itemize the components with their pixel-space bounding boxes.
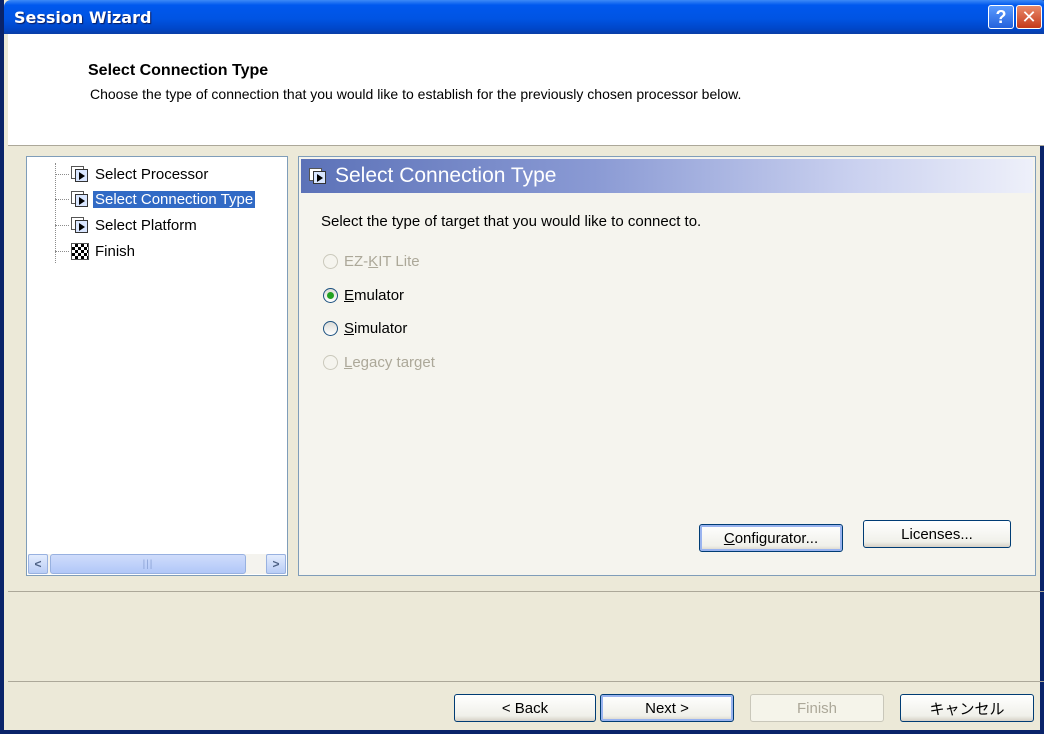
- close-button[interactable]: ✕: [1016, 5, 1042, 29]
- wizard-header: Select Connection Type Choose the type o…: [8, 34, 1044, 146]
- radio-emulator[interactable]: Emulator: [323, 284, 404, 306]
- panel-header: Select Connection Type: [301, 159, 1033, 193]
- instruction-text: Select the type of target that you would…: [321, 213, 702, 230]
- checkered-flag-icon: [71, 242, 89, 260]
- title-bar[interactable]: Session Wizard ? ✕: [4, 0, 1044, 34]
- radio-button[interactable]: [323, 354, 338, 370]
- page-icon: [71, 216, 89, 234]
- panel-title: Select Connection Type: [335, 164, 557, 187]
- radio-label: EZ-KIT Lite: [344, 252, 420, 270]
- separator: [8, 591, 1044, 592]
- chevron-left-icon: <: [34, 557, 42, 571]
- window-title: Session Wizard: [14, 8, 152, 27]
- scroll-right-button[interactable]: >: [266, 554, 286, 574]
- header-title: Select Connection Type: [88, 62, 269, 79]
- radio-label: Emulator: [344, 286, 405, 304]
- radio-button[interactable]: [323, 320, 338, 336]
- session-wizard-window: Session Wizard ? ✕ Select Connection Typ…: [0, 0, 1044, 734]
- tree-item-label: Finish: [95, 242, 136, 260]
- cancel-button[interactable]: キャンセル: [900, 694, 1034, 722]
- radio-simulator[interactable]: Simulator: [323, 317, 407, 339]
- next-button[interactable]: Next >: [600, 694, 734, 722]
- page-icon: [309, 167, 327, 185]
- grip-icon: |||: [142, 558, 154, 570]
- licenses-button[interactable]: Licenses...: [863, 520, 1011, 548]
- page-icon: [71, 190, 89, 208]
- chevron-right-icon: >: [272, 557, 280, 571]
- radio-label: Legacy target: [344, 353, 435, 371]
- close-icon: ✕: [1021, 6, 1037, 27]
- back-button[interactable]: < Back: [454, 694, 596, 722]
- tree-item-label: Select Connection Type: [93, 190, 256, 208]
- radio-label: Simulator: [344, 319, 408, 337]
- configurator-button[interactable]: Configurator...: [699, 524, 843, 552]
- tree-item-label: Select Platform: [95, 216, 197, 234]
- tree-connector-lines: [55, 163, 71, 263]
- tree-item-select-connection-type[interactable]: Select Connection Type: [55, 188, 256, 210]
- header-subtitle: Choose the type of connection that you w…: [90, 86, 742, 102]
- radio-button[interactable]: [323, 287, 338, 303]
- tree-item-label: Select Processor: [95, 165, 209, 183]
- help-button[interactable]: ?: [988, 5, 1014, 29]
- help-icon: ?: [995, 6, 1007, 27]
- radio-button[interactable]: [323, 253, 338, 269]
- tree-item-finish[interactable]: Finish: [55, 240, 137, 262]
- separator: [8, 681, 1044, 682]
- radio-legacy-target[interactable]: Legacy target: [323, 351, 435, 373]
- scroll-left-button[interactable]: <: [28, 554, 48, 574]
- connection-type-panel: Select Connection Type Select the type o…: [298, 156, 1036, 576]
- tree-item-select-processor[interactable]: Select Processor: [55, 163, 210, 185]
- page-icon: [71, 165, 89, 183]
- finish-button[interactable]: Finish: [750, 694, 884, 722]
- tree-horizontal-scrollbar[interactable]: < ||| >: [28, 554, 286, 574]
- radio-ez-kit-lite[interactable]: EZ-KIT Lite: [323, 250, 420, 272]
- tree-item-select-platform[interactable]: Select Platform: [55, 214, 199, 236]
- scroll-thumb[interactable]: |||: [50, 554, 246, 574]
- step-tree[interactable]: Select Processor Select Connection Type …: [26, 156, 288, 576]
